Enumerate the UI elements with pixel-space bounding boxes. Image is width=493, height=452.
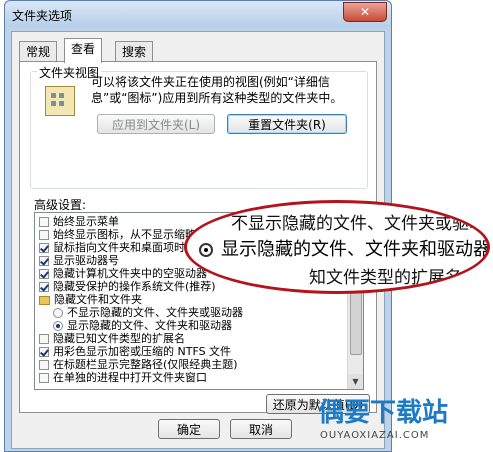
checkbox[interactable]: [39, 256, 49, 266]
checkbox[interactable]: [39, 243, 49, 253]
watermark-title: 偶要下载站: [318, 398, 449, 428]
callout-show-hidden-option: 显示隐藏的文件、文件夹和驱动器: [199, 235, 487, 261]
watermark-subtitle: OUYAOXIAZAI.COM: [320, 430, 430, 441]
setting-row[interactable]: 不显示隐藏的文件、文件夹或驱动器: [53, 306, 243, 319]
setting-row[interactable]: 隐藏受保护的操作系统文件(推荐): [39, 280, 216, 293]
checkbox[interactable]: [39, 347, 49, 357]
setting-row[interactable]: 始终显示菜单: [39, 215, 119, 228]
setting-row[interactable]: 用彩色显示加密或压缩的 NTFS 文件: [39, 345, 231, 358]
reset-folders-button[interactable]: 重置文件夹(R): [227, 114, 347, 134]
close-button[interactable]: ✕: [343, 2, 387, 22]
tree-folder-row: 隐藏文件和文件夹: [39, 293, 142, 306]
tab-search[interactable]: 搜索: [115, 41, 154, 62]
setting-row[interactable]: 始终显示图标，从不显示缩略图: [39, 228, 207, 241]
folder-icon: [39, 295, 50, 305]
radio-button[interactable]: [53, 308, 63, 318]
checkbox[interactable]: [39, 230, 49, 240]
checkbox[interactable]: [39, 373, 49, 383]
cancel-button[interactable]: 取消: [230, 419, 292, 439]
setting-row[interactable]: 显示驱动器号: [39, 254, 119, 267]
checkbox[interactable]: [39, 269, 49, 279]
setting-row[interactable]: 隐藏计算机文件夹中的空驱动器: [39, 267, 207, 280]
title-bar[interactable]: 文件夹选项 ✕: [5, 1, 391, 27]
checkbox[interactable]: [39, 217, 49, 227]
apply-to-folders-button[interactable]: 应用到文件夹(L): [97, 114, 215, 134]
callout-extension-text: 知文件类型的扩展名: [309, 268, 462, 288]
callout-hidden-option-text: 不显示隐藏的文件、文件夹或驱动: [231, 214, 486, 234]
folder-views-group: 文件夹视图 可以将该文件夹正在使用的视图(例如“详细信息”或“图标”)应用到所有…: [30, 64, 368, 189]
radio-selected-icon: [199, 243, 213, 257]
tab-general[interactable]: 常规: [19, 41, 58, 62]
advanced-settings-label: 高级设置:: [34, 198, 87, 212]
setting-row[interactable]: 在标题栏显示完整路径(仅限经典主题): [39, 358, 238, 371]
checkbox[interactable]: [39, 360, 49, 370]
radio-button[interactable]: [53, 321, 63, 331]
scroll-down-icon[interactable]: ▼: [348, 374, 363, 389]
folder-views-description: 可以将该文件夹正在使用的视图(例如“详细信息”或“图标”)应用到所有这种类型的文…: [91, 75, 343, 105]
magnifier-callout: 不显示隐藏的文件、文件夹或驱动 显示隐藏的文件、文件夹和驱动器 知文件类型的扩展…: [184, 200, 490, 294]
folder-view-icon: [45, 86, 75, 116]
setting-row[interactable]: 隐藏已知文件类型的扩展名: [39, 332, 185, 345]
tab-view[interactable]: 查看: [64, 38, 103, 63]
checkbox[interactable]: [39, 282, 49, 292]
setting-row[interactable]: 在单独的进程中打开文件夹窗口: [39, 371, 207, 384]
setting-row[interactable]: 显示隐藏的文件、文件夹和驱动器: [53, 319, 232, 332]
site-watermark: 偶要下载站 OUYAOXIAZAI.COM: [312, 392, 488, 450]
checkbox[interactable]: [39, 334, 49, 344]
ok-button[interactable]: 确定: [158, 419, 220, 439]
window-title: 文件夹选项: [12, 9, 73, 23]
